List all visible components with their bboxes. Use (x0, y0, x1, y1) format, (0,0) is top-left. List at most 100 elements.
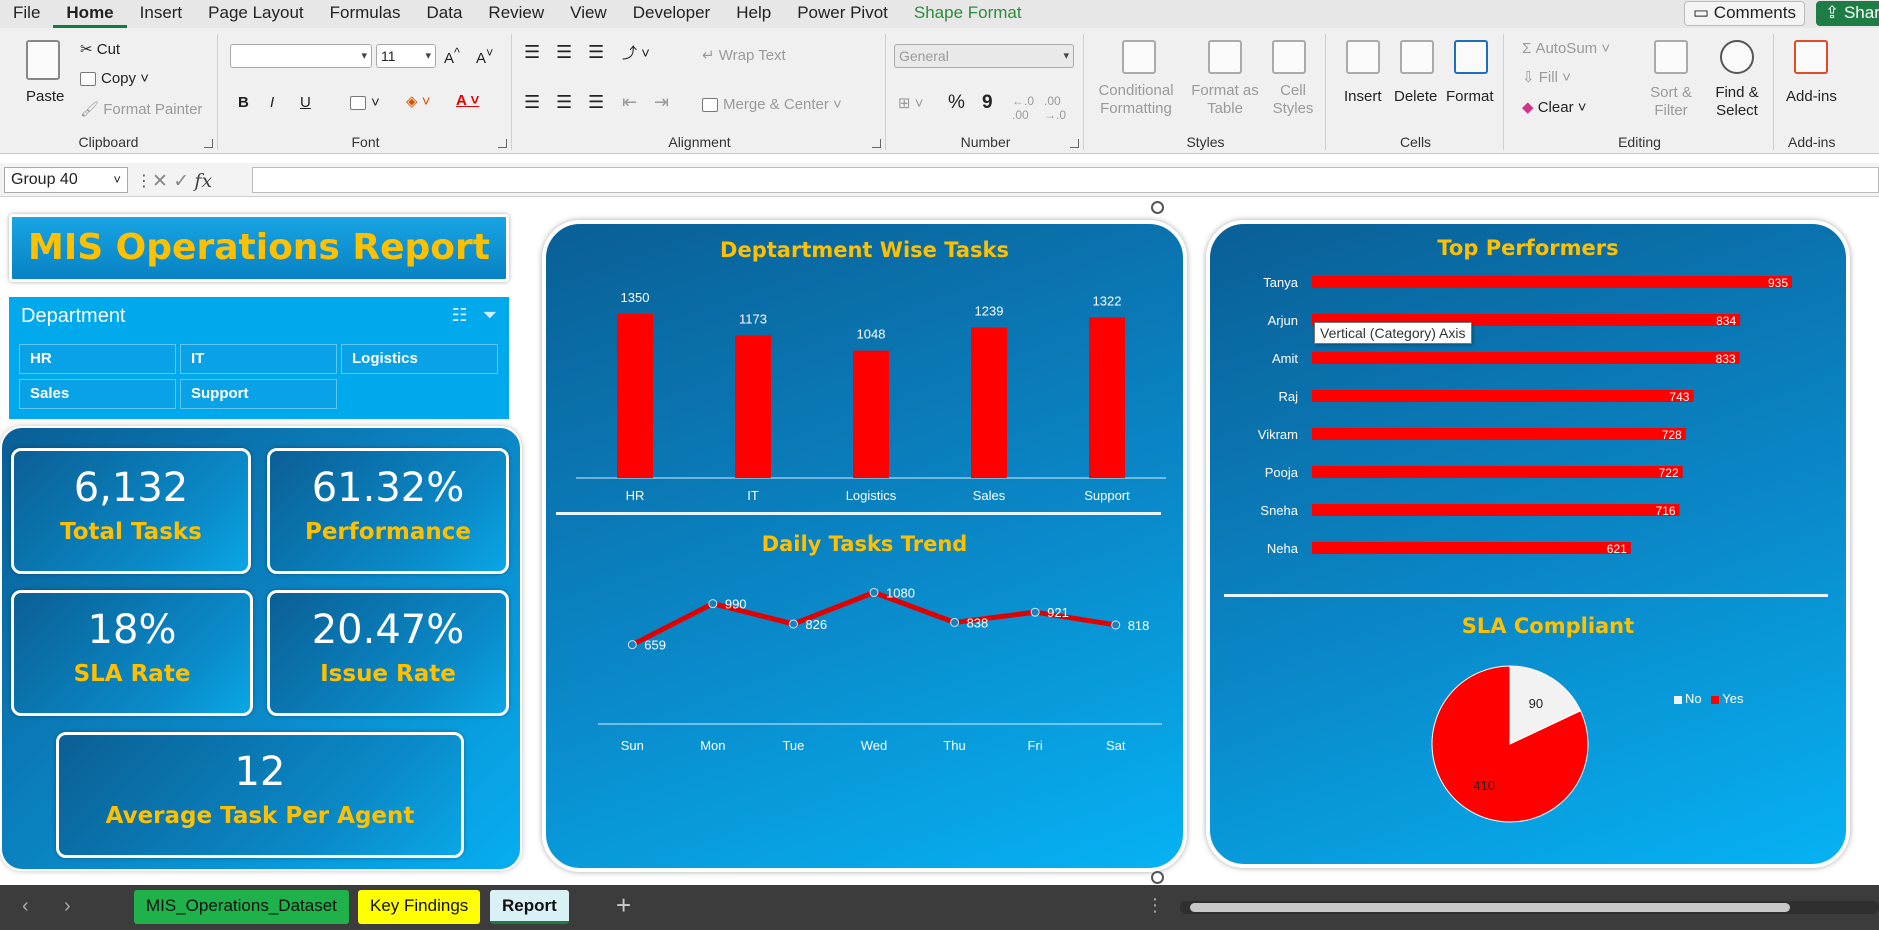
fill-button[interactable]: ⇩ Fill ˅ (1522, 68, 1571, 86)
clear-button[interactable]: ◆ Clear ˅ (1522, 98, 1587, 116)
clear-filter-icon[interactable]: ⏷ (483, 305, 497, 325)
insert-button[interactable]: Insert (1344, 88, 1382, 105)
align-middle-button[interactable]: ☰ (556, 42, 572, 63)
formula-input[interactable] (252, 167, 1879, 193)
prev-sheet-icon[interactable]: ‹ (22, 895, 29, 918)
font-launcher-icon[interactable] (498, 139, 507, 148)
delete-button[interactable]: Delete (1394, 88, 1437, 105)
sheet-tab-dataset[interactable]: MIS_Operations_Dataset (134, 890, 349, 924)
format-painter-button[interactable]: 🖌 Format Painter (80, 100, 202, 118)
top-performers-bar-chart[interactable]: Tanya 935 Arjun 834 Amit 833 Raj 743 Vikram 728 Po… (1210, 224, 1846, 554)
number-group: General ▾ ⊞ ˅ % 9 ←.0.00 .00 →.0 Number (888, 34, 1084, 150)
comments-button[interactable]: ▭ Comments (1684, 1, 1805, 26)
name-box[interactable]: Group 40 ˅ (4, 167, 128, 193)
font-name-select[interactable]: ▾ (230, 44, 372, 68)
dept-bar-chart[interactable]: 1350 HR 1173 IT 1048 Logistics 1239 Sales 1322 Su… (546, 224, 1183, 514)
menu-file[interactable]: File (0, 0, 53, 28)
align-top-button[interactable]: ☰ (524, 42, 540, 63)
daily-trend-line-chart[interactable]: 659 Sun 990 Mon 826 Tue 1080 Wed 838 Thu 921 Fri 818… (546, 514, 1183, 764)
decrease-indent-button[interactable]: ⇤ (622, 92, 637, 113)
paste-button[interactable]: Paste (26, 88, 64, 105)
addins-icon (1794, 40, 1828, 74)
decrease-decimal-button[interactable]: .00 →.0 (1044, 94, 1066, 122)
menu-formulas[interactable]: Formulas (317, 0, 414, 28)
selection-handle-bottom[interactable] (1151, 871, 1164, 884)
sla-pie-chart[interactable]: 90 410 (1210, 644, 1846, 844)
middle-chart-panel[interactable]: Deptartment Wise Tasks 1350 HR 1173 IT 1048 L… (542, 220, 1187, 872)
menu-insert[interactable]: Insert (127, 0, 196, 28)
slicer-item-hr[interactable]: HR (19, 344, 176, 374)
right-chart-panel[interactable]: Top Performers Tanya 935 Arjun 834 Amit 833 Ra… (1206, 220, 1850, 868)
number-launcher-icon[interactable] (1070, 139, 1079, 148)
alignment-launcher-icon[interactable] (872, 139, 881, 148)
slicer-item-logistics[interactable]: Logistics (341, 344, 498, 374)
italic-button[interactable]: I (270, 94, 274, 111)
font-color-button[interactable]: A ˅ (456, 92, 479, 109)
comma-button[interactable]: 9 (982, 92, 993, 114)
format-as-table-button[interactable]: Format as Table (1186, 82, 1264, 118)
align-center-button[interactable]: ☰ (556, 92, 572, 113)
next-sheet-icon[interactable]: › (64, 895, 71, 918)
number-format-select[interactable]: General ▾ (894, 44, 1074, 68)
addins-button[interactable]: Add-ins (1786, 88, 1837, 105)
horizontal-scrollbar[interactable] (1180, 901, 1879, 914)
cancel-icon[interactable]: ✕ (152, 171, 168, 192)
find-select-button[interactable]: Find & Select (1706, 84, 1768, 120)
clipboard-launcher-icon[interactable] (204, 139, 213, 148)
orientation-button[interactable]: ⤴ ˅ (622, 42, 650, 63)
formula-bar-menu-icon[interactable]: ⋮ (136, 171, 152, 191)
menu-shape-format[interactable]: Shape Format (901, 0, 1035, 28)
menu-developer[interactable]: Developer (620, 0, 724, 28)
kpi-card-total-tasks[interactable]: 6,132 Total Tasks (11, 448, 251, 574)
autosum-button[interactable]: Σ AutoSum ˅ (1522, 40, 1610, 57)
menu-help[interactable]: Help (723, 0, 784, 28)
selection-handle-top[interactable] (1151, 201, 1164, 214)
enter-icon[interactable]: ✓ (173, 171, 189, 192)
increase-decimal-button[interactable]: ←.0.00 (1012, 94, 1034, 122)
grow-font-button[interactable]: A^ (444, 46, 460, 67)
kpi-card-issue-rate[interactable]: 20.47% Issue Rate (267, 590, 509, 716)
menu-home[interactable]: Home (53, 0, 127, 28)
insert-function-button[interactable]: fx (194, 170, 212, 192)
shrink-font-button[interactable]: A˅ (476, 46, 493, 67)
format-button[interactable]: Format (1446, 88, 1494, 105)
menu-data[interactable]: Data (414, 0, 476, 28)
slicer-item-support[interactable]: Support (180, 379, 337, 409)
share-button[interactable]: ⇪ Share (1816, 1, 1879, 26)
cell-styles-button[interactable]: Cell Styles (1268, 82, 1318, 118)
align-bottom-button[interactable]: ☰ (588, 42, 604, 63)
add-sheet-icon[interactable]: + (616, 890, 631, 921)
slicer-item-sales[interactable]: Sales (19, 379, 176, 409)
wrap-text-button[interactable]: ↵ Wrap Text (702, 46, 786, 64)
kpi-card-performance[interactable]: 61.32% Performance (267, 448, 509, 574)
copy-button[interactable]: Copy ˅ (80, 70, 149, 87)
borders-button[interactable]: ˅ (350, 94, 380, 111)
sort-filter-button[interactable]: Sort & Filter (1646, 84, 1696, 120)
menu-review[interactable]: Review (475, 0, 557, 28)
fill-color-button[interactable]: ◈ ˅ (406, 92, 430, 110)
menu-page-layout[interactable]: Page Layout (195, 0, 316, 28)
align-right-button[interactable]: ☰ (588, 92, 604, 113)
slicer-item-it[interactable]: IT (180, 344, 337, 374)
bold-button[interactable]: B (238, 94, 249, 111)
tab-options-icon[interactable]: ⋮ (1146, 895, 1164, 916)
cut-button[interactable]: ✂ Cut (80, 40, 120, 58)
font-size-select[interactable]: 11 ▾ (376, 44, 436, 68)
kpi-card-avg-task-per-agent[interactable]: 12 Average Task Per Agent (56, 732, 464, 858)
align-left-button[interactable]: ☰ (524, 92, 540, 113)
sheet-tab-key-findings[interactable]: Key Findings (358, 890, 481, 924)
underline-button[interactable]: U (300, 94, 311, 111)
kpi-card-sla-rate[interactable]: 18% SLA Rate (11, 590, 253, 716)
multi-select-icon[interactable]: ☷ (451, 305, 467, 325)
percent-button[interactable]: % (948, 92, 965, 114)
cell-styles-icon (1272, 40, 1306, 74)
x-tick-label: Mon (700, 738, 725, 753)
menu-view[interactable]: View (557, 0, 620, 28)
accounting-format-button[interactable]: ⊞ ˅ (898, 94, 924, 112)
merge-center-button[interactable]: Merge & Center ˅ (702, 96, 842, 113)
increase-indent-button[interactable]: ⇥ (654, 92, 669, 113)
sheet-tab-report[interactable]: Report (490, 890, 569, 924)
menu-power-pivot[interactable]: Power Pivot (784, 0, 901, 28)
conditional-formatting-button[interactable]: Conditional Formatting (1094, 82, 1178, 118)
scrollbar-thumb[interactable] (1190, 903, 1790, 912)
